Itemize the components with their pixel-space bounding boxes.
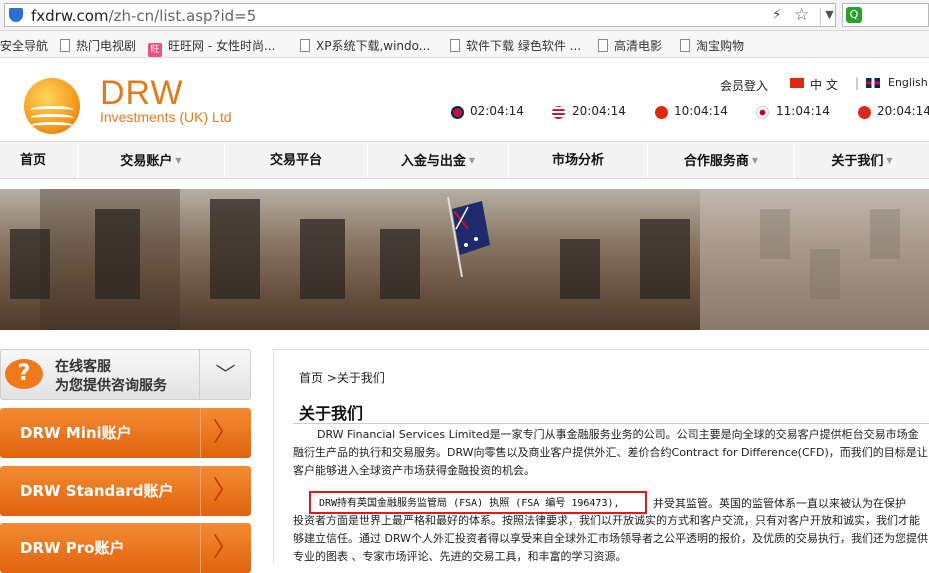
account-label: DRW Mini账户: [20, 424, 132, 442]
url-text: fxdrw.com/zh-cn/list.asp?id=5: [31, 7, 256, 25]
clock-london: 02:04:14: [470, 104, 524, 118]
page-icon: [680, 39, 690, 52]
intro-paragraph: DRW Financial Services Limited是一家专门从事金融服…: [293, 428, 928, 477]
online-service-widget[interactable]: ? 在线客服 为您提供咨询服务 ﹀: [0, 349, 251, 400]
lang-english-link[interactable]: English: [888, 76, 928, 89]
account-mini-button[interactable]: DRW Mini账户 〉: [0, 408, 251, 458]
logo-brand[interactable]: DRW: [100, 74, 184, 113]
search-input[interactable]: Q: [842, 3, 929, 27]
breadcrumb[interactable]: 首页 >关于我们: [299, 369, 385, 386]
bookmarks-bar: 安全导航 热门电视剧 旺旺旺网 - 女性时尚... XP系统下载,windo..…: [0, 31, 929, 58]
lightning-icon[interactable]: ⚡: [772, 7, 782, 23]
login-link[interactable]: 会员登入: [720, 77, 768, 94]
bookmark-item[interactable]: 软件下载 绿色软件 ...: [450, 37, 581, 54]
url-input[interactable]: fxdrw.com/zh-cn/list.asp?id=5 ⚡ ☆ ▼: [4, 3, 836, 27]
account-label: DRW Standard账户: [20, 482, 174, 500]
ch-clock-icon: [858, 106, 871, 119]
chevron-down-icon[interactable]: ﹀: [199, 350, 251, 399]
bookmark-item[interactable]: 热门电视剧: [60, 37, 136, 54]
address-bar: fxdrw.com/zh-cn/list.asp?id=5 ⚡ ☆ ▼ Q: [0, 0, 929, 31]
clock-tokyo: 11:04:14: [776, 104, 830, 118]
account-label: DRW Pro账户: [20, 539, 125, 557]
bookmark-item[interactable]: 安全导航: [0, 37, 48, 54]
bookmark-item[interactable]: 旺旺旺网 - 女性时尚...: [148, 37, 275, 57]
uk-flag-icon: [866, 78, 880, 88]
jp-clock-icon: [756, 106, 769, 119]
page-icon: [450, 39, 460, 52]
dropdown-arrow-icon: ▼: [886, 156, 893, 165]
bookmark-item[interactable]: 高清电影: [598, 37, 662, 54]
account-pro-button[interactable]: DRW Pro账户 〉: [0, 523, 251, 573]
clock-zurich: 20:04:14: [877, 104, 929, 118]
title-divider: [293, 423, 929, 424]
regulation-text: 并受其监管。英国的监管体系一直以来被认为在保护: [653, 497, 906, 510]
uk-clock-icon: [451, 106, 464, 119]
bookmark-item[interactable]: 淘宝购物: [680, 37, 744, 54]
star-icon[interactable]: ☆: [794, 5, 809, 25]
service-title: 在线客服: [55, 359, 111, 375]
clock-hongkong: 10:04:14: [674, 104, 728, 118]
service-subtitle: 为您提供咨询服务: [55, 378, 167, 394]
australian-flag-icon: [447, 197, 490, 277]
page-icon: [300, 39, 310, 52]
hk-clock-icon: [655, 106, 668, 119]
dropdown-arrow-icon: ▼: [468, 156, 476, 165]
regulation-paragraph: 投资者方面是世界上最严格和最好的体系。按照法律要求，我们以开放诚实的方式和客户交…: [293, 514, 929, 563]
wangwang-icon: 旺: [148, 43, 162, 57]
bookmark-item[interactable]: XP系统下载,windo...: [300, 37, 430, 54]
dropdown-arrow-icon: ▼: [175, 156, 182, 165]
chevron-right-icon: 〉: [200, 408, 250, 458]
help-question-icon: ?: [5, 359, 43, 389]
page-icon: [60, 39, 70, 52]
nav-about-us[interactable]: 关于我们 ▼: [795, 142, 929, 180]
shield-icon: [9, 8, 23, 22]
search-engine-icon[interactable]: Q: [846, 7, 862, 23]
page-icon: [598, 39, 608, 52]
nav-market-analysis[interactable]: 市场分析: [509, 142, 647, 180]
url-domain: fxdrw.com: [31, 7, 109, 25]
china-flag-icon: [790, 78, 804, 88]
nav-deposit-withdraw[interactable]: 入金与出金 ▼: [368, 142, 508, 180]
nav-trading-account[interactable]: 交易账户 ▼: [78, 142, 224, 180]
chevron-down-icon[interactable]: ▼: [820, 8, 838, 26]
lang-chinese-link[interactable]: 中 文: [810, 76, 838, 93]
chevron-right-icon: 〉: [200, 523, 250, 573]
us-clock-icon: [552, 106, 565, 119]
lang-separator: |: [855, 76, 860, 90]
page-title: 关于我们: [299, 404, 364, 423]
fsa-license-text: DRW持有英国金融服务监管局 (FSA) 执照 (FSA 编号 196473),: [319, 498, 620, 509]
dropdown-arrow-icon: ▼: [751, 156, 759, 165]
nav-trading-platform[interactable]: 交易平台: [225, 142, 367, 180]
logo-icon[interactable]: [24, 78, 80, 134]
clock-newyork: 20:04:14: [572, 104, 626, 118]
url-path: /zh-cn/list.asp?id=5: [108, 7, 257, 25]
banner-image: [0, 189, 929, 330]
logo-subtitle[interactable]: Investments (UK) Ltd: [100, 109, 232, 125]
nav-partners[interactable]: 合作服务商 ▼: [648, 142, 794, 180]
account-standard-button[interactable]: DRW Standard账户 〉: [0, 466, 251, 516]
chevron-right-icon: 〉: [200, 466, 250, 516]
nav-home[interactable]: 首页: [0, 142, 66, 180]
main-nav: 首页 交易账户 ▼ 交易平台 入金与出金 ▼ 市场分析 合作服务商 ▼ 关于我们 ▼: [0, 141, 929, 180]
